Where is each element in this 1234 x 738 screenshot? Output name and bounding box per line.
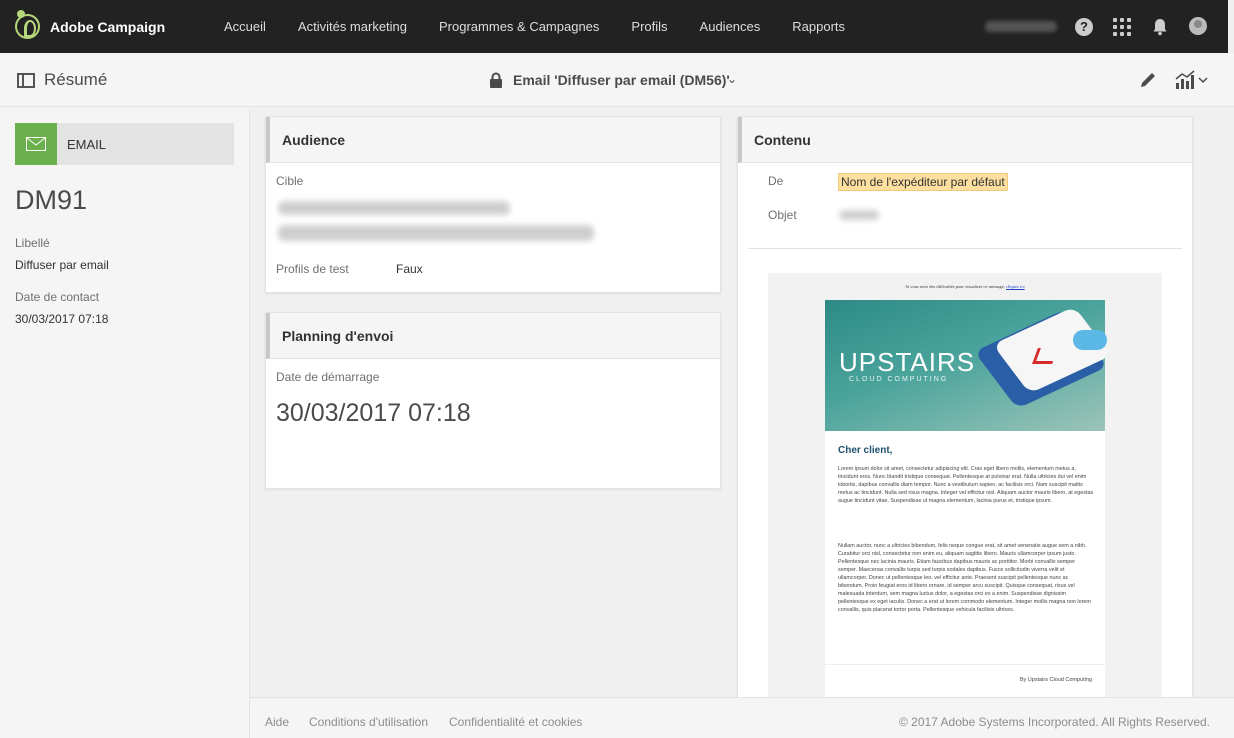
email-greeting: Cher client, (838, 445, 893, 456)
label-field-value: Diffuser par email (15, 258, 109, 272)
email-signature: By Upstairs Cloud Computing (1019, 677, 1092, 683)
user-name-redacted[interactable] (985, 21, 1057, 32)
cloud-icon (1073, 330, 1107, 350)
adobe-campaign-logo-icon[interactable] (15, 10, 40, 39)
email-banner-image: UPSTAIRS CLOUD COMPUTING (825, 300, 1112, 431)
report-chart-icon[interactable] (1175, 70, 1209, 90)
nav-item-profils[interactable]: Profils (631, 19, 667, 34)
audience-card[interactable]: Audience Cible Profils de test Faux (265, 116, 721, 293)
test-profiles-value: Faux (396, 262, 423, 276)
audience-card-title: Audience (266, 117, 720, 163)
nav-item-rapports[interactable]: Rapports (792, 19, 845, 34)
user-avatar-icon[interactable] (1189, 17, 1207, 35)
content-card-title: Contenu (738, 117, 1192, 163)
content-card[interactable]: Contenu De Nom de l'expéditeur par défau… (737, 116, 1193, 706)
preview-top-link[interactable]: cliquez ici (1006, 284, 1025, 289)
planning-card[interactable]: Planning d'envoi Date de démarrage 30/03… (265, 312, 721, 489)
delivery-title[interactable]: Email 'Diffuser par email (DM56)' (513, 72, 730, 88)
app-grid-icon[interactable] (1113, 18, 1131, 36)
contact-date-value: 30/03/2017 07:18 (15, 312, 109, 326)
preview-top-line: Si vous avez des difficultés pour visual… (768, 284, 1162, 289)
email-preview[interactable]: Si vous avez des difficultés pour visual… (768, 273, 1162, 705)
start-date-label: Date de démarrage (276, 370, 380, 384)
delivery-code: DM91 (15, 185, 88, 215)
footer-link-conditions[interactable]: Conditions d'utilisation (309, 715, 428, 729)
footer-link-confidentialite[interactable]: Confidentialité et cookies (449, 715, 582, 729)
channel-label: EMAIL (67, 137, 107, 152)
nav-item-accueil[interactable]: Accueil (224, 19, 266, 34)
help-icon[interactable]: ? (1075, 18, 1093, 36)
bell-icon[interactable] (1152, 18, 1168, 36)
subject-value-redacted (839, 210, 879, 220)
email-paragraph-1: Lorem ipsum dolor sit amet, consectetur … (838, 466, 1094, 504)
pencil-icon[interactable] (1138, 70, 1158, 90)
lock-icon (490, 72, 502, 88)
banner-brand: UPSTAIRS (839, 347, 976, 377)
footer: Aide Conditions d'utilisation Confidenti… (250, 697, 1234, 738)
envelope-icon (15, 123, 57, 165)
test-profiles-label: Profils de test (276, 262, 349, 276)
email-body: Cher client, Lorem ipsum dolor sit amet,… (825, 431, 1105, 705)
summary-view-label[interactable]: Résumé (44, 70, 107, 90)
target-value-redacted (278, 201, 510, 215)
target-value-redacted-2 (278, 225, 594, 241)
footer-link-aide[interactable]: Aide (265, 715, 289, 729)
content-divider (748, 248, 1182, 249)
banner-brand-sub: CLOUD COMPUTING (849, 376, 949, 383)
chevron-down-icon[interactable]: ⌄ (727, 72, 737, 86)
nav-item-programmes-campagnes[interactable]: Programmes & Campagnes (439, 19, 599, 34)
app-name[interactable]: Adobe Campaign (50, 19, 165, 35)
from-label: De (768, 174, 784, 188)
subject-label: Objet (768, 208, 797, 222)
footer-copyright: © 2017 Adobe Systems Incorporated. All R… (898, 715, 1210, 729)
top-bar: Adobe Campaign Accueil Activités marketi… (0, 0, 1234, 53)
nav-item-audiences[interactable]: Audiences (700, 19, 761, 34)
summary-panel-icon[interactable] (17, 73, 35, 88)
contact-date-title: Date de contact (15, 290, 100, 304)
email-paragraph-2: Nullam auctor, nunc a ultricies bibendum… (838, 543, 1091, 613)
planning-card-title: Planning d'envoi (266, 313, 720, 359)
start-date-value: 30/03/2017 07:18 (276, 399, 471, 427)
main-nav: Accueil Activités marketing Programmes &… (224, 19, 877, 34)
target-label: Cible (276, 174, 304, 188)
channel-badge: EMAIL (15, 123, 234, 165)
label-field-title: Libellé (15, 236, 50, 250)
sender-name-value: Nom de l'expéditeur par défaut (838, 173, 1008, 191)
nav-item-activites-marketing[interactable]: Activités marketing (298, 19, 407, 34)
preview-top-text: Si vous avez des difficultés pour visual… (905, 284, 1005, 289)
